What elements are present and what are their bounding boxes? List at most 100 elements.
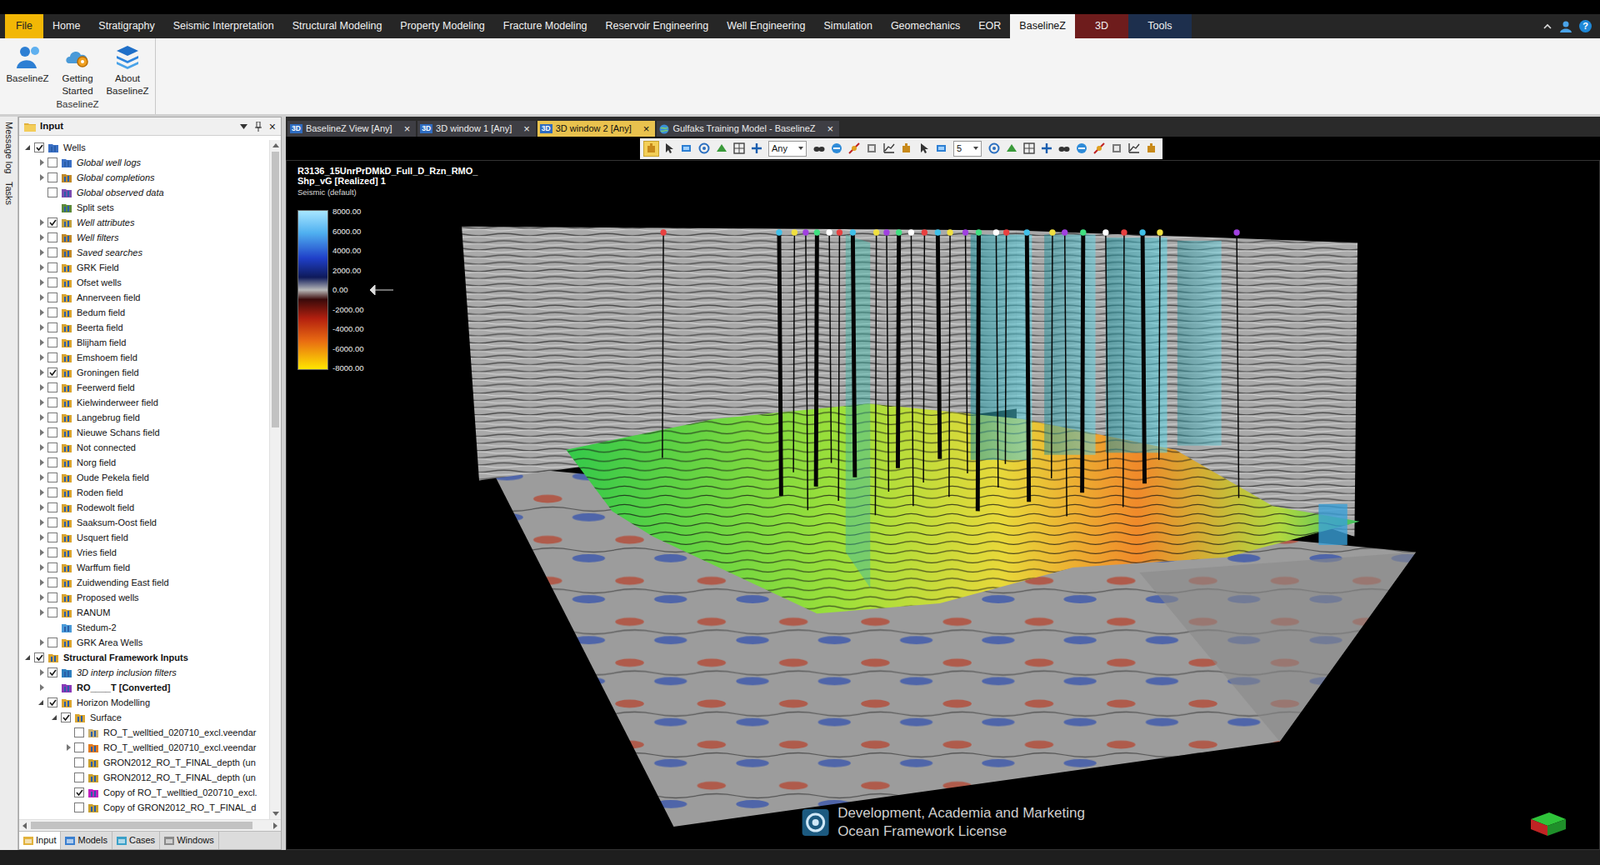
scroll-right-button[interactable] — [269, 820, 281, 831]
expander[interactable] — [35, 321, 48, 334]
expander[interactable] — [35, 636, 48, 649]
tree-item[interactable]: GRON2012_RO_T_FINAL_depth (un — [19, 770, 270, 785]
toolbar-button[interactable] — [748, 140, 765, 157]
expander[interactable] — [35, 396, 48, 409]
seismic-scene[interactable] — [286, 160, 1600, 850]
tree-item[interactable]: Langebrug field — [19, 410, 270, 425]
tree-item[interactable]: RO_T_welltied_020710_excl.veendar — [19, 740, 270, 755]
tree-item[interactable]: GRK Area Wells — [19, 635, 270, 650]
checkbox[interactable] — [47, 472, 58, 483]
tree-item[interactable]: Proposed wells — [19, 590, 270, 605]
ribbon-tab[interactable]: Tools — [1128, 14, 1192, 39]
tree-item[interactable]: Nieuwe Schans field — [19, 425, 270, 440]
tree-item[interactable]: Horizon Modelling — [19, 695, 270, 710]
tree-item[interactable]: Saaksum-Oost field — [19, 515, 270, 530]
tree-item[interactable]: Surface — [19, 710, 270, 725]
tree-item[interactable]: 3D interp inclusion filters — [19, 665, 270, 680]
toolbar-button[interactable] — [880, 140, 897, 157]
expander[interactable] — [35, 516, 48, 529]
expander[interactable] — [35, 696, 48, 709]
checkbox[interactable] — [47, 427, 58, 438]
toolbar-button[interactable] — [1003, 140, 1020, 157]
tree-item[interactable]: Beerta field — [19, 320, 270, 335]
checkbox[interactable] — [34, 652, 45, 663]
checkbox[interactable] — [47, 157, 58, 168]
expander[interactable] — [22, 651, 35, 664]
expander[interactable] — [62, 756, 75, 769]
toolbar-button[interactable] — [1143, 140, 1160, 157]
tree-item[interactable]: Wells — [19, 140, 270, 155]
expander[interactable] — [35, 216, 48, 229]
expander[interactable] — [35, 201, 48, 214]
help-button[interactable]: ? — [1579, 20, 1592, 33]
tree-item[interactable]: RANUM — [19, 605, 270, 620]
toolbar-button[interactable] — [933, 140, 950, 157]
checkbox[interactable] — [47, 412, 58, 423]
checkbox[interactable] — [47, 262, 58, 273]
expander[interactable] — [35, 171, 48, 184]
expander[interactable] — [35, 681, 48, 694]
checkbox[interactable] — [47, 487, 58, 498]
toolbar-button[interactable] — [643, 140, 660, 157]
tree-item[interactable]: Ofset wells — [19, 275, 270, 290]
ribbon-tab[interactable]: Reservoir Engineering — [596, 14, 719, 39]
tree-item[interactable]: Annerveen field — [19, 290, 270, 305]
expander[interactable] — [22, 141, 35, 154]
orientation-cube-icon[interactable] — [1529, 809, 1568, 838]
ribbon-button[interactable]: Getting Started — [53, 41, 102, 98]
expander[interactable] — [35, 351, 48, 364]
ribbon-tab[interactable]: Geomechanics — [881, 14, 970, 39]
tree-item[interactable]: Well attributes — [19, 215, 270, 230]
checkbox[interactable] — [47, 637, 58, 648]
close-tab-button[interactable]: × — [643, 123, 650, 135]
user-icon[interactable] — [1559, 20, 1573, 34]
toolbar-button[interactable] — [863, 140, 880, 157]
toolbar-button[interactable] — [678, 140, 695, 157]
checkbox[interactable] — [74, 787, 85, 798]
scroll-left-button[interactable] — [19, 820, 31, 831]
tree-item[interactable]: GRK Field — [19, 260, 270, 275]
expander[interactable] — [35, 411, 48, 424]
expander[interactable] — [35, 291, 48, 304]
document-tab[interactable]: 3DBaselineZ View [Any]× — [287, 120, 416, 137]
checkbox[interactable] — [47, 247, 58, 258]
close-button[interactable]: × — [269, 120, 276, 133]
toolbar-dropdown[interactable]: 5 — [953, 140, 982, 157]
side-strip-tab[interactable]: Tasks — [1, 181, 16, 205]
vertical-scrollbar[interactable] — [269, 140, 281, 820]
checkbox[interactable] — [47, 187, 58, 198]
expander[interactable] — [35, 486, 48, 499]
tree-item[interactable]: Stedum-2 — [19, 620, 270, 635]
ribbon-tab[interactable]: 3D — [1075, 14, 1129, 39]
ribbon-button[interactable]: About BaselineZ — [103, 41, 152, 98]
expander[interactable] — [35, 531, 48, 544]
tree-item[interactable]: Well filters — [19, 230, 270, 245]
scroll-up-button[interactable] — [270, 140, 281, 152]
toolbar-button[interactable] — [695, 140, 712, 157]
checkbox[interactable] — [47, 367, 58, 378]
ribbon-tab[interactable]: Well Engineering — [717, 14, 815, 39]
checkbox[interactable] — [47, 337, 58, 348]
expander[interactable] — [62, 726, 75, 739]
checkbox[interactable] — [47, 562, 58, 573]
toolbar-button[interactable] — [1073, 140, 1090, 157]
checkbox[interactable] — [47, 382, 58, 393]
checkbox[interactable] — [47, 217, 58, 228]
ribbon-tab[interactable]: EOR — [969, 14, 1010, 39]
expander[interactable] — [35, 561, 48, 574]
scroll-track[interactable] — [270, 151, 281, 808]
toolbar-button[interactable] — [1125, 140, 1142, 157]
toolbar-button[interactable] — [828, 140, 845, 157]
expander[interactable] — [35, 156, 48, 169]
tree-item[interactable]: Split sets — [19, 200, 270, 215]
checkbox[interactable] — [47, 457, 58, 468]
toolbar-button[interactable] — [915, 140, 932, 157]
tree-item[interactable]: Oude Pekela field — [19, 470, 270, 485]
expander[interactable] — [35, 276, 48, 289]
tree-item[interactable]: Feerwerd field — [19, 380, 270, 395]
checkbox[interactable] — [47, 607, 58, 618]
expander[interactable] — [49, 711, 61, 724]
close-tab-button[interactable]: × — [404, 123, 411, 135]
panel-tab[interactable]: Models — [60, 831, 112, 850]
expander[interactable] — [35, 546, 48, 559]
